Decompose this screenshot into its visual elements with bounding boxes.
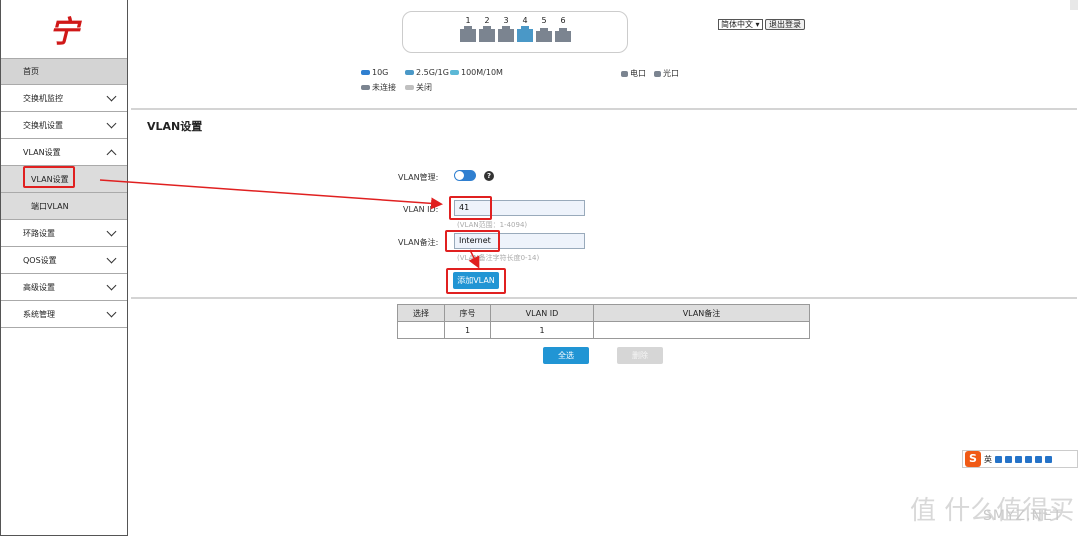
punctuation-icon[interactable] — [995, 455, 1002, 463]
microphone-icon[interactable] — [1005, 455, 1012, 463]
sogou-logo-icon: S — [965, 451, 981, 467]
game-icon[interactable] — [1035, 455, 1042, 463]
ime-mode[interactable]: 英 — [984, 454, 992, 465]
annotation-arrows — [99, 179, 480, 269]
skin-icon[interactable] — [1025, 455, 1032, 463]
watermark-site: SMYZ.NET — [983, 508, 1063, 524]
ime-toolbar[interactable]: S 英 — [962, 450, 1078, 468]
keyboard-icon[interactable] — [1015, 455, 1022, 463]
arrow-line — [468, 249, 480, 269]
toolbox-icon[interactable] — [1045, 455, 1052, 463]
arrow-line — [99, 179, 443, 210]
